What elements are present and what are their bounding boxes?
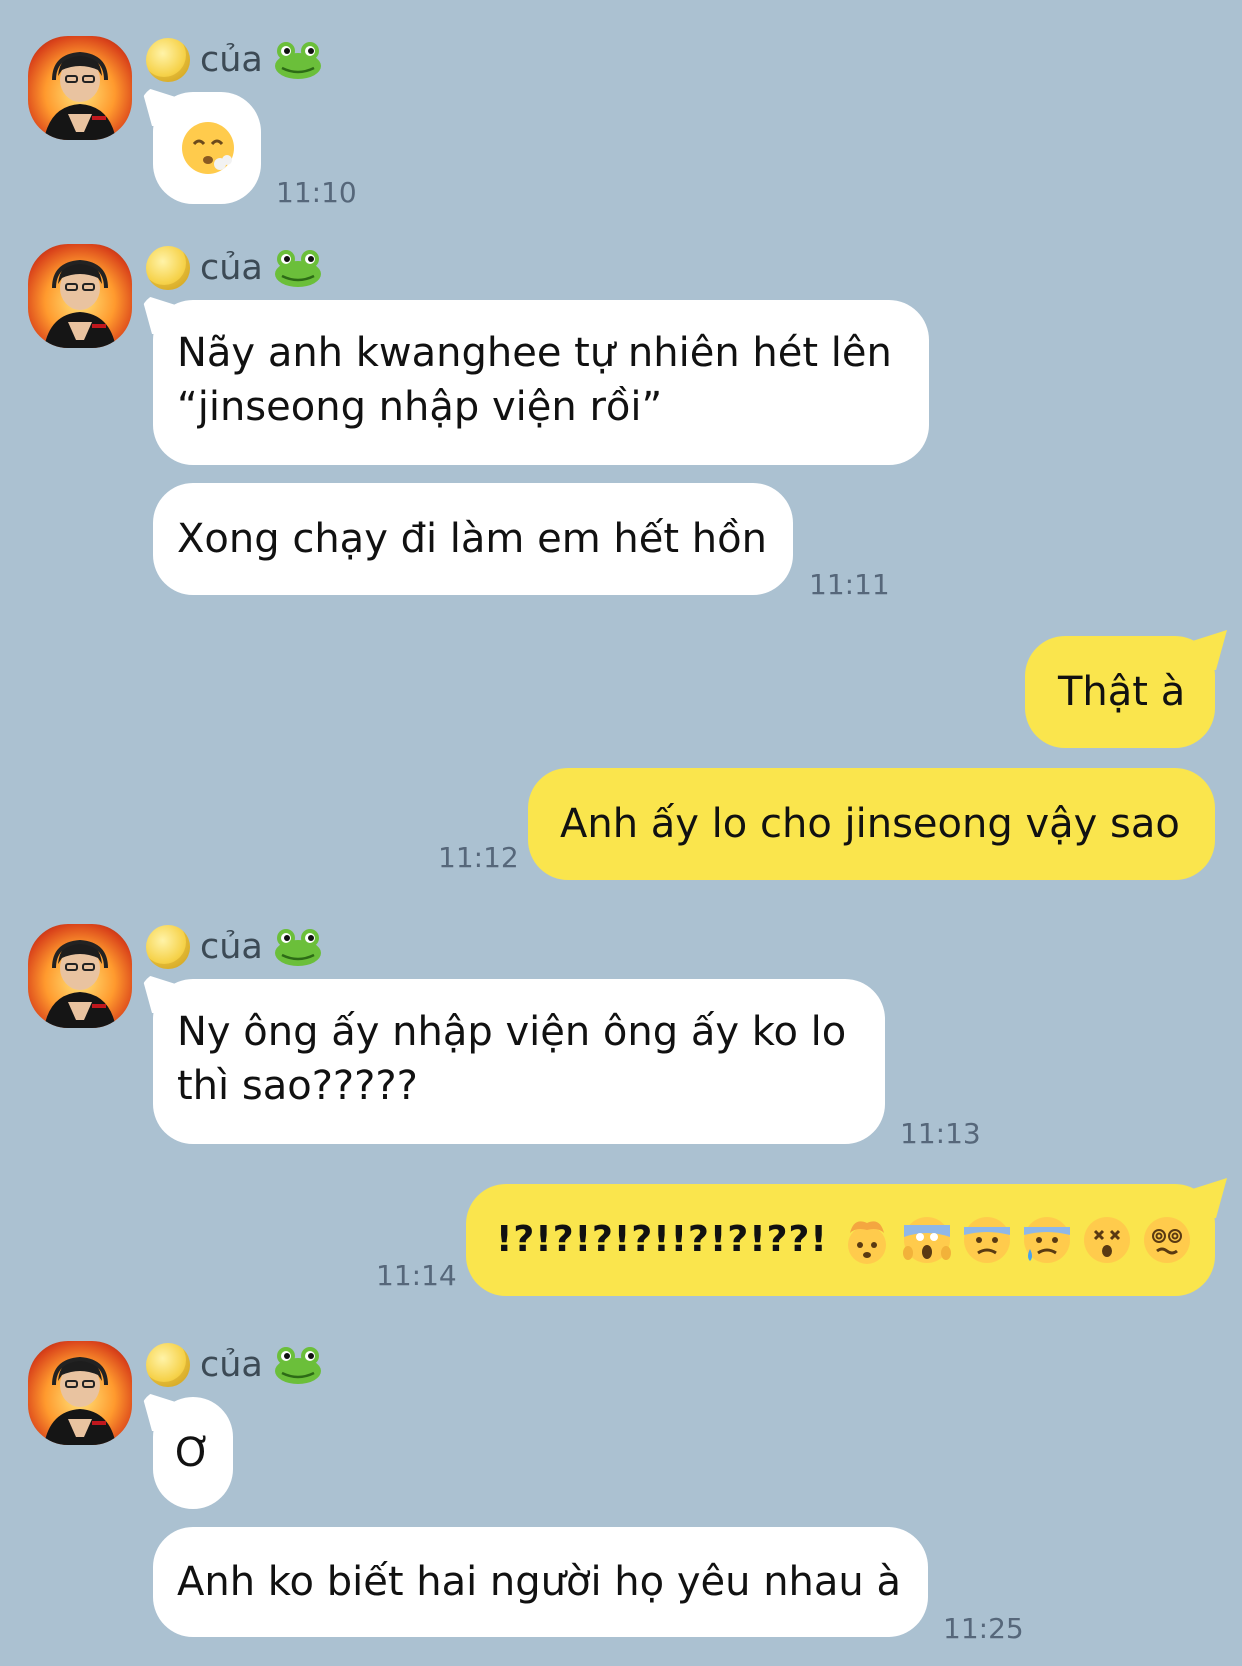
message-text: Anh ko biết hai người họ yêu nhau à <box>177 1559 901 1605</box>
full-moon-icon <box>146 1343 190 1387</box>
full-moon-icon <box>146 38 190 82</box>
anxious-face-icon <box>962 1215 1012 1265</box>
message-text: !?!?!?!?!!?!?!??! <box>496 1219 828 1260</box>
timestamp: 11:10 <box>276 176 357 209</box>
message-text: Thật à <box>1058 669 1186 715</box>
face-with-spiral-eyes-icon <box>1142 1215 1192 1265</box>
message-bubble-outgoing[interactable]: !?!?!?!?!!?!?!??! <box>466 1178 1227 1296</box>
timestamp: 11:13 <box>900 1117 981 1150</box>
dizzy-face-icon <box>1082 1215 1132 1265</box>
frog-icon <box>274 1347 321 1384</box>
face-exhaling-icon <box>181 122 234 174</box>
face-screaming-in-fear-icon <box>902 1215 952 1265</box>
full-moon-icon <box>146 246 190 290</box>
sender-name: của <box>146 921 323 973</box>
frog-icon <box>274 929 321 966</box>
timestamp: 11:25 <box>943 1612 1024 1645</box>
message-bubble-incoming[interactable]: Xong chạy đi làm em hết hồn <box>153 483 793 595</box>
timestamp: 11:12 <box>438 841 519 874</box>
sender-avatar[interactable] <box>28 924 132 1028</box>
full-moon-icon <box>146 925 190 969</box>
exploding-head-icon <box>842 1215 892 1265</box>
message-text: Ơ <box>175 1430 212 1476</box>
timestamp: 11:11 <box>809 568 890 601</box>
message-text-line: Ny ông ấy nhập viện ông ấy ko lo <box>177 1009 847 1055</box>
message-bubble-incoming[interactable]: Nãy anh kwanghee tự nhiên hét lên “jinse… <box>141 294 929 465</box>
sender-name: của <box>146 1339 323 1391</box>
message-bubble-incoming[interactable]: Anh ko biết hai người họ yêu nhau à <box>153 1527 928 1637</box>
message-bubble-incoming[interactable]: Ơ <box>141 1391 233 1509</box>
message-bubble-incoming[interactable]: 😮‍💨 <box>141 86 261 204</box>
frog-icon <box>274 42 321 79</box>
sender-name-text: của <box>200 1345 263 1385</box>
frog-icon <box>274 250 321 287</box>
sender-name-text: của <box>200 40 263 80</box>
message-text: Anh ấy lo cho jinseong vậy sao <box>560 801 1180 847</box>
sender-name-text: của <box>200 927 263 967</box>
message-text-line: Nãy anh kwanghee tự nhiên hét lên <box>177 330 892 376</box>
sender-avatar[interactable] <box>28 244 132 348</box>
timestamp: 11:14 <box>376 1259 457 1292</box>
message-text-line: thì sao????? <box>177 1063 418 1109</box>
anxious-face-with-sweat-icon <box>1022 1215 1072 1265</box>
message-text-line: “jinseong nhập viện rồi” <box>177 384 663 430</box>
sender-avatar[interactable] <box>28 1341 132 1445</box>
message-bubble-outgoing[interactable]: Anh ấy lo cho jinseong vậy sao <box>528 768 1215 880</box>
sender-name-text: của <box>200 248 263 288</box>
sender-avatar[interactable] <box>28 36 132 140</box>
message-bubble-incoming[interactable]: Ny ông ấy nhập viện ông ấy ko lo thì sao… <box>141 973 885 1144</box>
message-text: Xong chạy đi làm em hết hồn <box>177 516 767 562</box>
sender-name: của <box>146 34 323 86</box>
message-bubble-outgoing[interactable]: Thật à <box>1025 630 1227 748</box>
sender-name: của <box>146 242 323 294</box>
